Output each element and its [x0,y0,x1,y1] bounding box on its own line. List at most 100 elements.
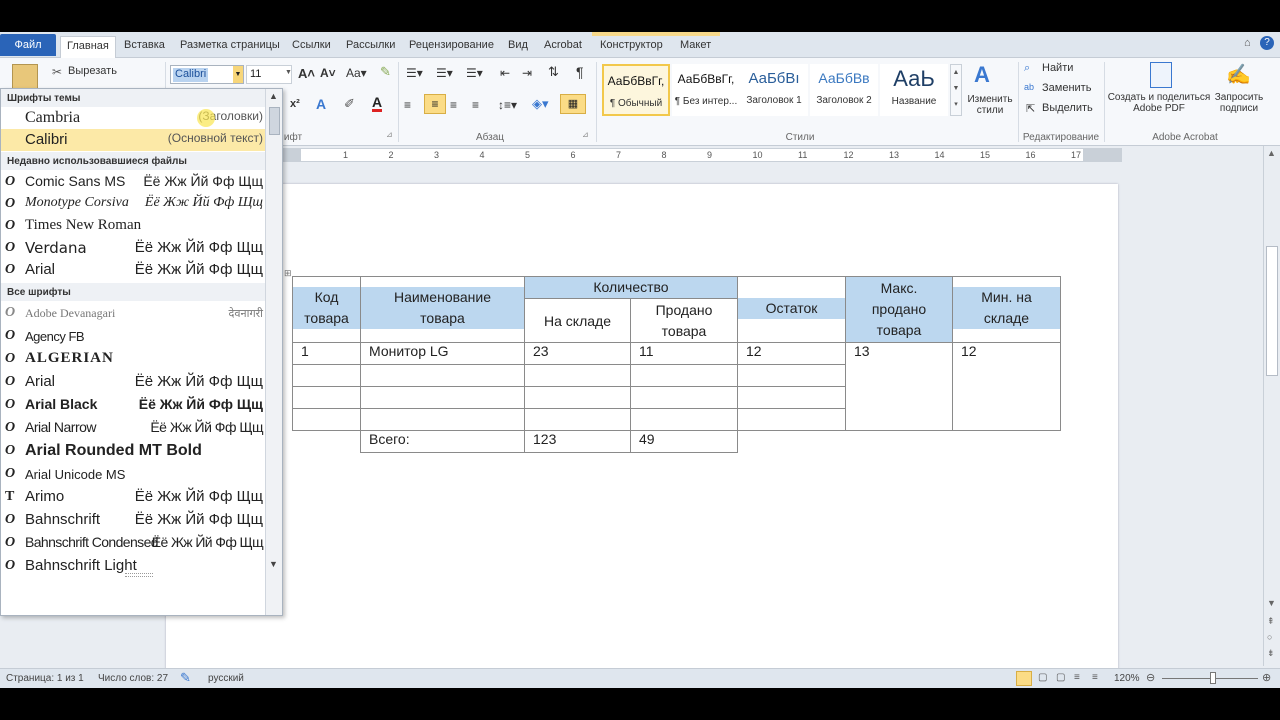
change-styles-button[interactable]: Изменить стили [966,94,1014,116]
empty-cell[interactable] [737,364,846,387]
replace-button[interactable]: Заменить [1042,82,1091,94]
header-min-stock-cell[interactable]: Мин. на складе [952,276,1061,343]
scroll-down-icon[interactable]: ▼ [1267,598,1276,608]
clear-format-icon[interactable]: ✎ [380,64,391,80]
empty-cell[interactable] [360,364,525,387]
sort-icon[interactable]: ⇅ [548,64,559,80]
font-size-value[interactable]: 11 [250,68,261,80]
cell-code[interactable]: 1 [292,342,361,365]
bullets-icon[interactable]: ☰▾ [406,66,423,80]
font-item-arial-black[interactable]: O Arial Black Ёё Жж Йй Фф Щщ [1,394,265,416]
tab-file[interactable]: Файл [0,34,56,56]
cell-max-sold[interactable]: 13 [845,342,953,431]
tab-page-layout[interactable]: Разметка страницы [174,36,286,58]
empty-cell[interactable] [737,386,846,409]
font-item-cambria[interactable]: Cambria (Заголовки) [1,107,265,129]
font-item-bahnschrift[interactable]: O Bahnschrift Ёё Жж Йй Фф Щщ [1,509,265,531]
font-item-calibri[interactable]: Calibri (Основной текст) [1,129,265,151]
tab-references[interactable]: Ссылки [286,36,337,58]
tab-acrobat[interactable]: Acrobat [538,36,588,58]
tab-view[interactable]: Вид [502,36,534,58]
horizontal-ruler[interactable]: 1 2 3 4 5 6 7 8 9 10 11 12 13 14 15 16 17 [282,148,1122,162]
shading-icon[interactable]: ◈▾ [532,96,549,112]
borders-icon[interactable]: ▦ [560,94,586,114]
font-item-adobe-devanagari[interactable]: O Adobe Devanagari देवनागरी [1,302,265,324]
font-dialog-launcher-icon[interactable]: ⊿ [386,130,393,139]
grow-font-icon[interactable]: A˄ [298,66,315,81]
font-color-icon[interactable]: A [372,95,383,112]
outline-icon[interactable]: ≡ [1074,672,1080,683]
tab-insert[interactable]: Вставка [118,36,171,58]
font-item-agency-fb[interactable]: O Agency FB [1,325,265,347]
line-spacing-icon[interactable]: ↕≡▾ [498,98,517,112]
font-item-monotype-corsiva[interactable]: O Monotype Corsiva Ёё Жж Йй Фф Щщ [1,193,265,215]
vertical-scrollbar[interactable]: ▲ ▼ ⇞ ○ ⇟ [1263,146,1280,666]
font-size-combo[interactable]: 11 ▼ [246,65,292,84]
tab-table-layout[interactable]: Макет [674,36,717,58]
align-right-icon[interactable]: ≡ [450,98,457,112]
font-dropdown-scrollbar[interactable]: ▲ ▼ [265,89,282,615]
font-item-bahnschrift-condensed[interactable]: O Bahnschrift Condensed Ёё Жж Йй Фф Щщ [1,532,265,554]
header-sold[interactable]: Продано товара [630,298,738,343]
request-signatures-button[interactable]: Запросить подписи [1212,92,1266,114]
font-dropdown[interactable]: Шрифты темы Cambria (Заголовки) Calibri … [0,88,283,616]
font-item-verdana[interactable]: O Verdana Ёё Жж Йй Фф Щщ [1,237,265,259]
help-icon[interactable]: ? [1260,36,1274,50]
superscript-icon[interactable]: x² [290,98,300,110]
cell-total-label[interactable]: Всего: [360,430,525,453]
browse-object-icon[interactable]: ○ [1267,632,1272,642]
text-effects-icon[interactable]: A [316,96,326,112]
zoom-in-icon[interactable]: ⊕ [1262,671,1271,684]
font-item-arial-narrow[interactable]: O Arial Narrow Ёё Жж Йй Фф Щщ [1,417,265,439]
status-language[interactable]: русский [208,673,244,684]
font-item-arimo[interactable]: T Arimo Ёё Жж Йй Фф Щщ [1,486,265,508]
cell-total-in-stock[interactable]: 123 [524,430,631,453]
empty-cell[interactable] [292,364,361,387]
full-screen-reading-icon[interactable]: ▢ [1038,672,1047,683]
style-heading-1[interactable]: АаБбВı Заголовок 1 [740,64,808,116]
empty-cell[interactable] [292,408,361,431]
font-item-arial-recent[interactable]: O Arial Ёё Жж Йй Фф Щщ [1,259,265,281]
empty-cell[interactable] [630,408,738,431]
header-name-cell[interactable]: Наименование товара [360,276,525,343]
tab-mailings[interactable]: Рассылки [340,36,401,58]
tab-table-design[interactable]: Конструктор [594,36,669,58]
style-normal[interactable]: АаБбВвГг, ¶ Обычный [602,64,670,116]
draft-icon[interactable]: ≡ [1092,672,1098,683]
cell-remainder[interactable]: 12 [737,342,846,365]
dropdown-scroll-down-icon[interactable]: ▼ [269,559,278,569]
style-no-spacing[interactable]: АаБбВвГг, ¶ Без интер... [672,64,740,116]
header-remainder-cell[interactable]: Остаток [737,276,846,343]
font-item-arial-rounded[interactable]: O Arial Rounded MT Bold [1,440,265,462]
change-styles-icon[interactable]: A [974,62,990,88]
create-pdf-icon[interactable] [1150,62,1172,88]
font-name-dropdown-arrow[interactable]: ▼ [233,66,243,83]
table-move-handle-icon[interactable]: ⊞ [284,268,292,279]
shrink-font-icon[interactable]: A˅ [320,66,336,80]
empty-cell[interactable] [737,408,846,431]
header-code-cell[interactable]: Код товара [292,276,361,343]
highlight-icon[interactable]: ✐ [344,96,355,112]
empty-cell[interactable] [292,386,361,409]
status-words[interactable]: Число слов: 27 [98,673,168,684]
create-share-pdf-button[interactable]: Создать и поделиться Adobe PDF [1104,92,1214,114]
empty-cell[interactable] [630,386,738,409]
prev-page-icon[interactable]: ⇞ [1267,616,1275,627]
multilevel-list-icon[interactable]: ☰▾ [466,66,483,80]
font-item-comic-sans[interactable]: O Comic Sans MS Ёё Жж Йй Фф Щщ [1,171,265,193]
empty-cell[interactable] [360,386,525,409]
numbering-icon[interactable]: ☰▾ [436,66,453,80]
cell-sold[interactable]: 11 [630,342,738,365]
styles-gallery-scroll[interactable]: ▲ ▼ ▾ [950,64,962,116]
font-item-algerian[interactable]: O ALGERIAN [1,348,265,370]
align-left-icon[interactable]: ≡ [404,98,411,112]
next-page-icon[interactable]: ⇟ [1267,648,1275,659]
find-button[interactable]: Найти [1042,62,1073,74]
header-in-stock[interactable]: На складе [524,298,631,343]
style-title[interactable]: АаЬ Название [880,64,948,116]
font-item-arial-unicode[interactable]: O Arial Unicode MS [1,463,265,485]
empty-cell[interactable] [524,386,631,409]
empty-cell[interactable] [524,408,631,431]
print-layout-icon[interactable] [1016,671,1032,686]
dropdown-scroll-thumb[interactable] [269,107,280,135]
